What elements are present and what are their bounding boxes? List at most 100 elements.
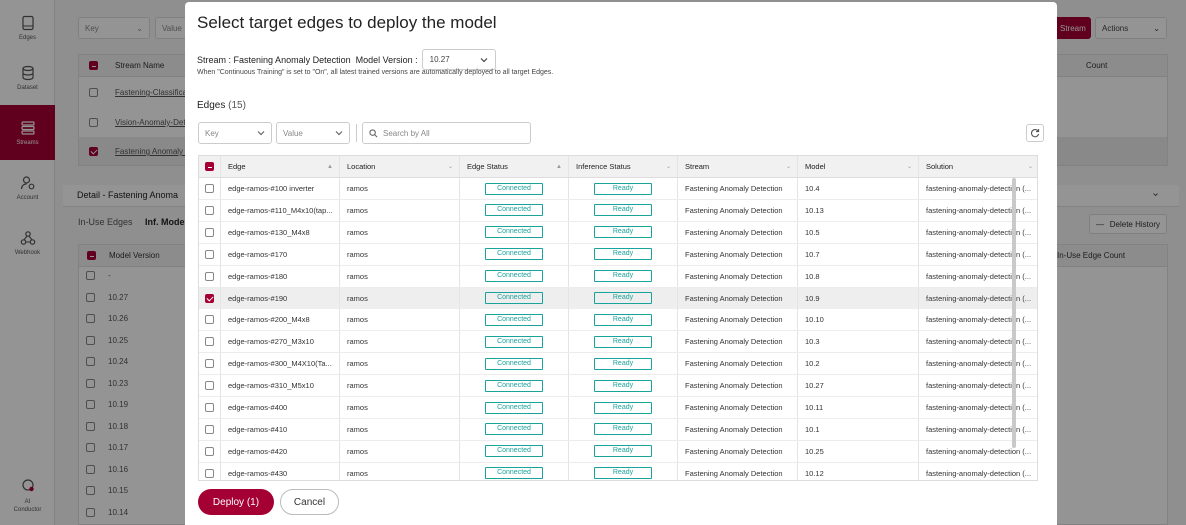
inference-status-badge: Ready	[594, 335, 652, 348]
cell-edge: edge-ramos-#190	[221, 287, 340, 309]
row-checkbox[interactable]	[205, 381, 214, 391]
row-checkbox[interactable]	[205, 468, 214, 478]
table-row[interactable]: edge-ramos-#420 ramos Connected Ready Fasten…	[199, 440, 1037, 463]
header-edge-status[interactable]: Edge Status ▲	[460, 156, 569, 177]
value-filter-select[interactable]: Value	[276, 122, 350, 144]
cell-model: 10.8	[798, 265, 919, 287]
cancel-button[interactable]: Cancel	[280, 489, 339, 515]
cell-stream: Fastening Anomaly Detection	[678, 440, 798, 462]
table-row[interactable]: edge-ramos-#270_M3x10 ramos Connected Ready…	[199, 331, 1037, 354]
table-row[interactable]: edge-ramos-#130_M4x8 ramos Connected Ready F…	[199, 221, 1037, 244]
row-checkbox[interactable]	[205, 205, 214, 215]
inference-status-badge: Ready	[594, 423, 652, 436]
cell-location: ramos	[340, 265, 460, 287]
inference-status-badge: Ready	[594, 467, 652, 480]
cell-location-text: ramos	[347, 424, 368, 434]
table-row[interactable]: edge-ramos-#400 ramos Connected Ready Fasten…	[199, 397, 1037, 419]
cell-model-text: 10.27	[805, 381, 824, 391]
cell-model-text: 10.3	[805, 337, 820, 347]
row-checkbox[interactable]	[205, 359, 214, 369]
row-checkbox[interactable]	[205, 315, 214, 325]
cell-location: ramos	[340, 199, 460, 221]
inference-status-badge: Ready	[594, 357, 652, 370]
cell-stream-text: Fastening Anomaly Detection	[685, 403, 783, 412]
header-model[interactable]: Model ⌄	[798, 156, 919, 177]
cell-stream: Fastening Anomaly Detection	[678, 418, 798, 440]
cell-edge: edge-ramos-#310_M5x10	[221, 375, 340, 397]
table-row[interactable]: edge-ramos-#110_M4x10(tap... ramos Connect…	[199, 199, 1037, 222]
edge-status-badge: Connected	[485, 292, 543, 304]
row-checkbox[interactable]	[205, 446, 214, 456]
cell-stream: Fastening Anomaly Detection	[678, 221, 798, 243]
select-all-checkbox[interactable]	[205, 162, 214, 171]
cell-model: 10.9	[798, 287, 919, 309]
deploy-model-dialog: Select target edges to deploy the model …	[185, 2, 1057, 525]
row-checkbox[interactable]	[205, 424, 214, 434]
row-checkbox[interactable]	[205, 184, 214, 193]
row-checkbox-cell	[199, 353, 221, 375]
row-checkbox-cell	[199, 199, 221, 221]
cell-stream-text: Fastening Anomaly Detection	[685, 315, 783, 325]
table-row[interactable]: edge-ramos-#170 ramos Connected Ready Fasten…	[199, 243, 1037, 266]
search-input[interactable]: Search by All	[362, 122, 531, 144]
edges-label: Edges	[197, 100, 226, 111]
cell-location-text: ramos	[347, 403, 368, 412]
cell-location: ramos	[340, 243, 460, 265]
row-checkbox-cell	[199, 243, 221, 265]
cell-edge: edge-ramos-#170	[221, 243, 340, 265]
cell-location-text: ramos	[347, 271, 368, 281]
header-edge[interactable]: Edge ▲	[221, 156, 340, 177]
header-stream[interactable]: Stream ⌄	[678, 156, 798, 177]
cell-model-text: 10.10	[805, 315, 824, 325]
key-filter-select[interactable]: Key	[198, 122, 272, 144]
edge-status-badge: Connected	[485, 226, 543, 239]
cell-stream-text: Fastening Anomaly Detection	[685, 271, 783, 281]
cell-location: ramos	[340, 440, 460, 462]
refresh-button[interactable]	[1026, 124, 1044, 142]
table-row[interactable]: edge-ramos-#310_M5x10 ramos Connected Ready…	[199, 375, 1037, 398]
deploy-button[interactable]: Deploy (1)	[198, 489, 274, 515]
cell-model: 10.4	[798, 178, 919, 199]
table-scrollbar[interactable]	[1012, 178, 1016, 448]
header-location[interactable]: Location ⌄	[340, 156, 460, 177]
cell-edge: edge-ramos-#410	[221, 418, 340, 440]
cell-stream: Fastening Anomaly Detection	[678, 287, 798, 309]
table-row[interactable]: edge-ramos-#200_M4x8 ramos Connected Ready F…	[199, 309, 1037, 332]
table-row[interactable]: edge-ramos-#180 ramos Connected Ready Fasten…	[199, 265, 1037, 288]
cell-stream-text: Fastening Anomaly Detection	[685, 205, 783, 215]
edge-status-badge: Connected	[485, 270, 543, 283]
cell-location-text: ramos	[347, 184, 368, 193]
chevron-down-icon	[480, 57, 488, 62]
cell-location-text: ramos	[347, 293, 368, 303]
row-checkbox[interactable]	[205, 293, 214, 303]
inference-status-badge: Ready	[594, 401, 652, 414]
header-solution[interactable]: Solution ⌄	[919, 156, 1037, 177]
row-checkbox[interactable]	[205, 249, 214, 259]
row-checkbox[interactable]	[205, 271, 214, 281]
row-checkbox[interactable]	[205, 227, 214, 237]
cell-inference-status: Ready	[569, 178, 678, 199]
cell-edge-text: edge-ramos-#130_M4x8	[228, 227, 310, 237]
edge-status-badge: Connected	[485, 357, 543, 370]
cell-solution: fastening-anomaly-detection (...	[919, 200, 1037, 221]
cell-solution: fastening-anomaly-detection (...	[919, 375, 1037, 396]
row-checkbox[interactable]	[205, 403, 214, 412]
header-inference-status[interactable]: Inference Status ⌄	[569, 156, 678, 177]
table-row[interactable]: edge-ramos-#410 ramos Connected Ready Fasten…	[199, 418, 1037, 441]
filter-divider	[356, 124, 357, 142]
cell-solution: fastening-anomaly-detection (...	[919, 178, 1037, 199]
edge-status-badge: Connected	[485, 182, 543, 195]
cell-solution: fastening-anomaly-detection (...	[919, 419, 1037, 440]
table-row[interactable]: edge-ramos-#430 ramos Connected Ready Fasten…	[199, 462, 1037, 480]
cell-stream: Fastening Anomaly Detection	[678, 375, 798, 397]
row-checkbox-cell	[199, 331, 221, 353]
key-placeholder: Key	[205, 128, 219, 138]
table-row[interactable]: edge-ramos-#190 ramos Connected Ready Fasten…	[199, 287, 1037, 310]
cell-edge: edge-ramos-#420	[221, 440, 340, 462]
inference-status-badge: Ready	[594, 292, 652, 304]
row-checkbox[interactable]	[205, 337, 214, 347]
table-row[interactable]: edge-ramos-#100 inverter ramos Connected Re…	[199, 178, 1037, 200]
table-row[interactable]: edge-ramos-#300_M4X10(Ta... ramos Connecte…	[199, 353, 1037, 376]
row-checkbox-cell	[199, 440, 221, 462]
model-version-select[interactable]: 10.27	[421, 49, 496, 70]
